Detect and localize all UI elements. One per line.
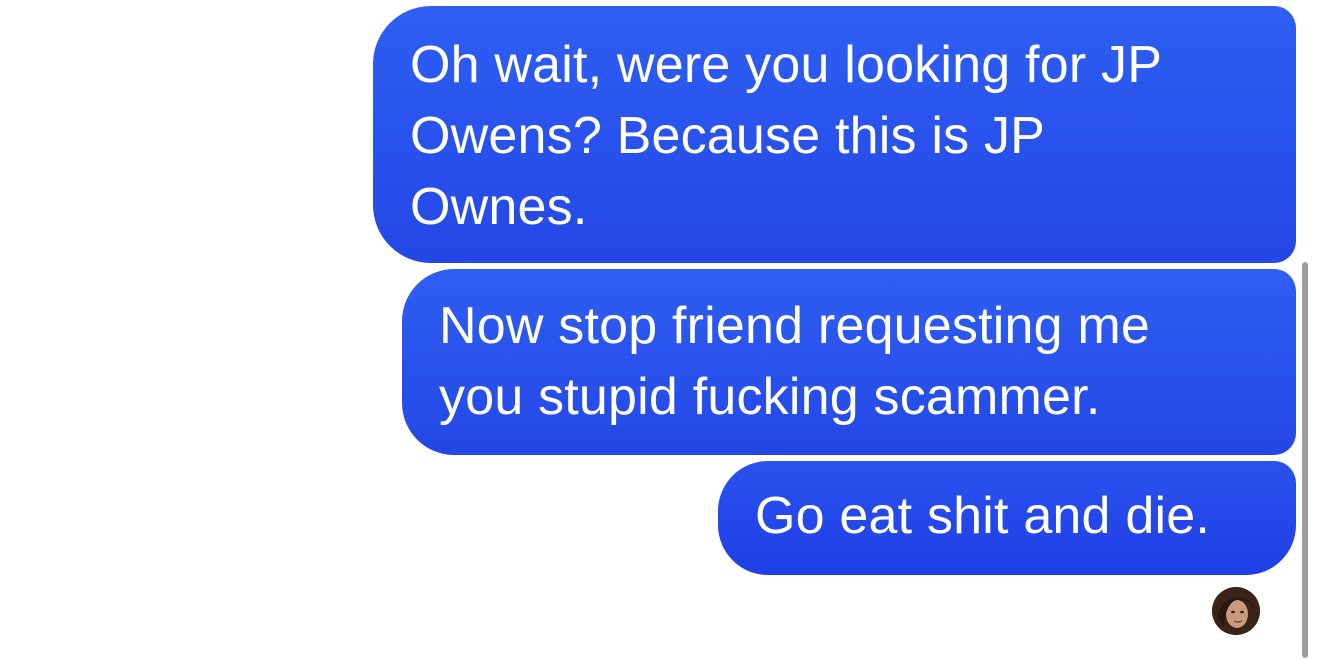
avatar-icon bbox=[1212, 587, 1260, 635]
outgoing-message-bubble[interactable]: Oh wait, were you looking for JP Owens? … bbox=[373, 6, 1296, 263]
outgoing-message-bubble[interactable]: Now stop friend requesting me you stupid… bbox=[402, 269, 1296, 455]
outgoing-message-bubble[interactable]: Go eat shit and die. bbox=[718, 461, 1296, 575]
scrollbar[interactable] bbox=[1302, 262, 1308, 658]
read-receipt-avatar-icon[interactable] bbox=[1212, 587, 1260, 635]
message-thread: Oh wait, were you looking for JP Owens? … bbox=[0, 0, 1320, 660]
